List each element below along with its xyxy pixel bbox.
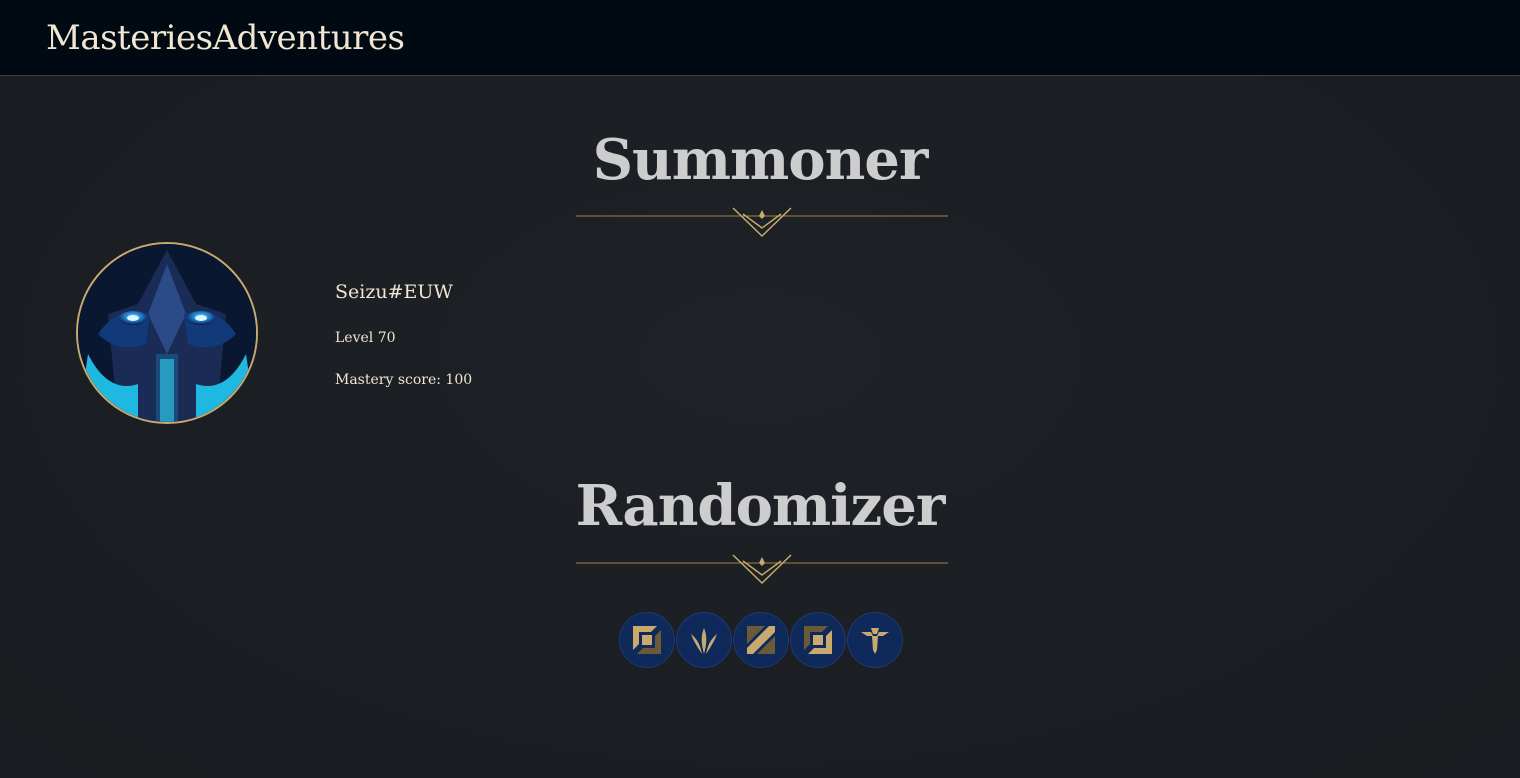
support-icon (861, 628, 889, 654)
summoner-mastery-score: Mastery score: 100 (335, 372, 473, 388)
summoner-divider-icon (576, 207, 948, 238)
lane-button-jungle[interactable] (676, 612, 732, 668)
brand-logo-text[interactable]: MasteriesAdventures (46, 18, 405, 58)
randomizer-divider-icon (576, 554, 948, 585)
summoner-profile-icon (78, 244, 256, 422)
lane-selector (619, 612, 903, 668)
jungle-icon (691, 628, 717, 654)
summoner-riot-id: Seizu#EUW (335, 281, 453, 303)
summoner-title: Summoner (592, 127, 929, 193)
summoner-avatar (76, 242, 258, 424)
lane-button-bottom[interactable] (790, 612, 846, 668)
lane-button-mid[interactable] (733, 612, 789, 668)
mid-lane-icon (747, 626, 775, 654)
lane-button-top[interactable] (619, 612, 675, 668)
summoner-level: Level 70 (335, 330, 396, 346)
top-navbar: MasteriesAdventures (0, 0, 1520, 76)
lane-button-support[interactable] (847, 612, 903, 668)
top-lane-icon (633, 626, 661, 654)
randomizer-title: Randomizer (575, 473, 946, 539)
bottom-lane-icon (804, 626, 832, 654)
